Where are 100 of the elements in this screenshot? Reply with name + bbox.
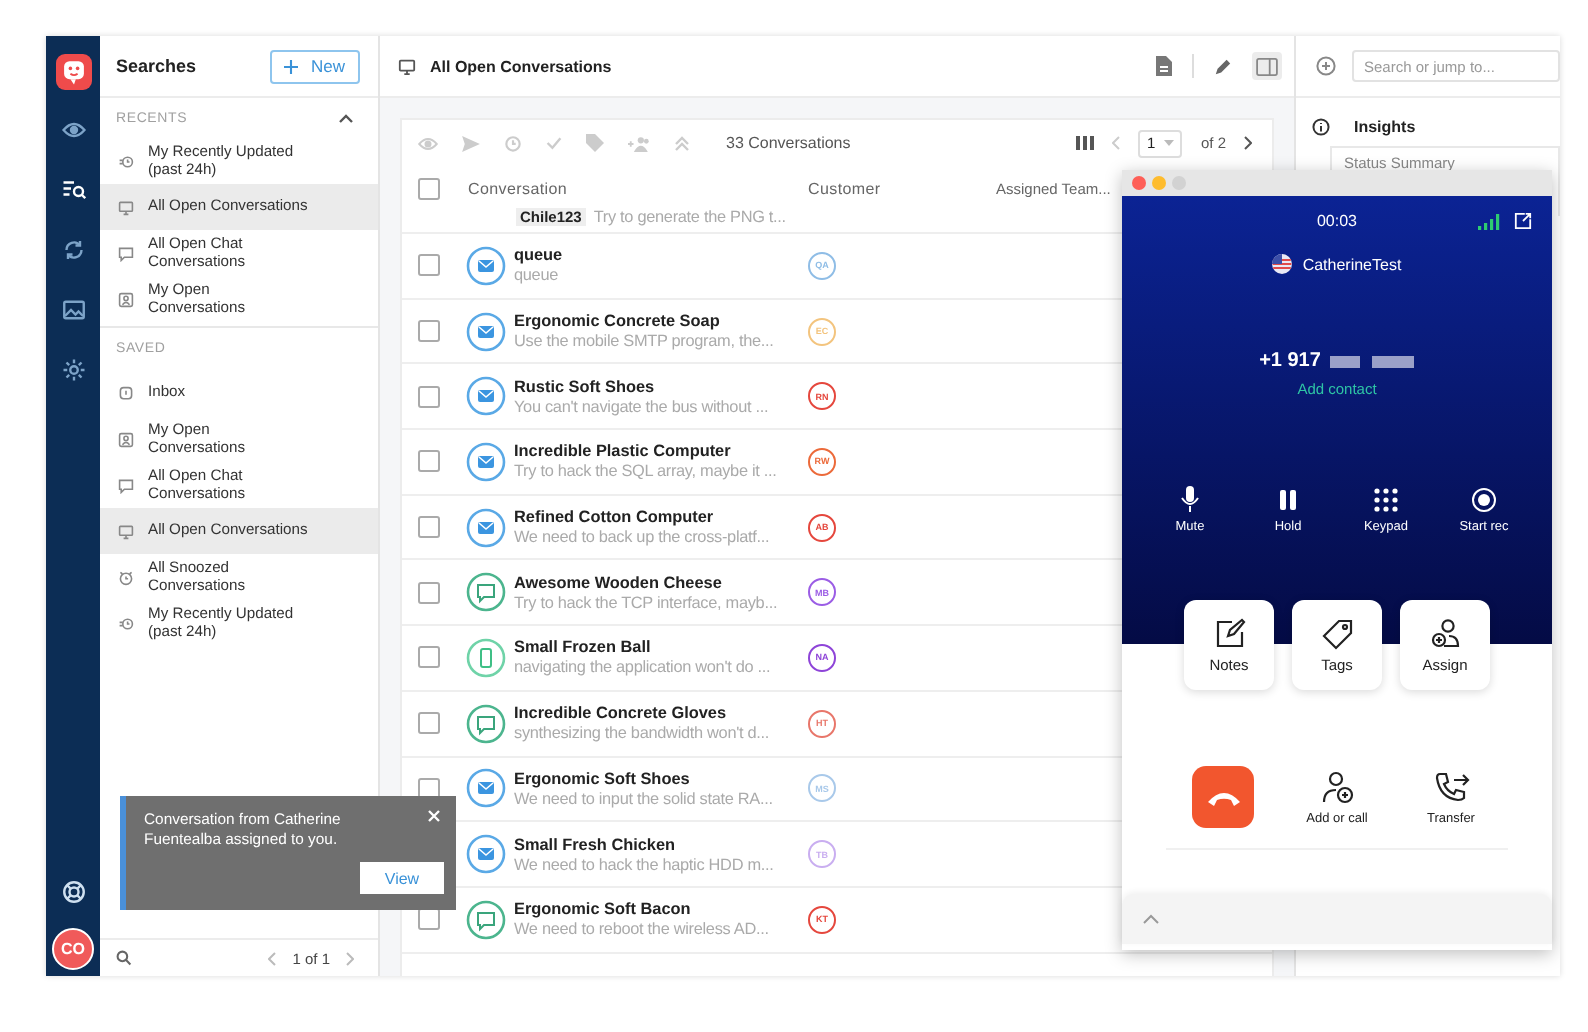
close-icon[interactable] <box>428 810 440 822</box>
email-channel-icon <box>466 245 506 286</box>
check-icon[interactable] <box>546 136 562 150</box>
monitor-icon <box>118 199 134 215</box>
keypad-icon <box>1372 486 1400 514</box>
chat-channel-icon <box>466 703 506 744</box>
previous-page-icon[interactable] <box>268 951 277 965</box>
column-header[interactable]: Conversation <box>468 180 808 198</box>
hang-up-button[interactable] <box>1192 766 1254 828</box>
select-all-checkbox[interactable] <box>418 178 440 200</box>
row-checkbox[interactable] <box>418 777 440 800</box>
row-checkbox[interactable] <box>418 320 440 343</box>
contact-card-icon <box>118 431 134 447</box>
monitor-icon <box>398 57 416 75</box>
tag-icon <box>1321 617 1353 649</box>
alarm-clock-icon <box>118 569 134 585</box>
contact-name: CatherineTest <box>1302 255 1402 273</box>
email-channel-icon <box>466 376 506 417</box>
conversation-title: queue <box>514 246 565 265</box>
call-timer: 00:03 <box>1316 212 1358 230</box>
conversation-title: Awesome Wooden Cheese <box>514 573 724 592</box>
column-header[interactable]: Customer <box>808 180 996 198</box>
message-preview: synthesizing the bandwidth won't d... <box>514 724 772 743</box>
logo-icon <box>55 54 91 90</box>
previous-page-icon[interactable] <box>1112 136 1121 150</box>
row-checkbox[interactable] <box>418 385 440 408</box>
recent-icon <box>118 153 134 169</box>
email-channel-icon <box>466 311 506 352</box>
message-preview: Try to hack the SQL array, maybe it ... <box>514 462 779 481</box>
pencil-icon[interactable] <box>1214 57 1232 75</box>
row-checkbox[interactable] <box>418 581 440 604</box>
contact-card-icon <box>118 291 134 307</box>
row-checkbox[interactable] <box>418 712 440 735</box>
chat-channel-icon <box>466 572 506 613</box>
phone-channel-icon <box>466 637 506 678</box>
next-page-icon[interactable] <box>1244 136 1252 150</box>
note-edit-icon <box>1213 617 1245 649</box>
recent-icon <box>118 615 134 631</box>
add-users-icon[interactable] <box>628 135 650 151</box>
search-icon[interactable] <box>116 950 132 966</box>
chevron-up-icon[interactable] <box>1142 914 1160 924</box>
conversation-title: Incredible Concrete Gloves <box>514 704 729 723</box>
conversation-title: Ergonomic Concrete Soap <box>514 312 722 331</box>
columns-icon[interactable] <box>1076 136 1095 150</box>
message-preview: You can't navigate the bus without ... <box>514 397 771 416</box>
message-preview: Use the mobile SMTP program, the... <box>514 332 776 351</box>
pause-icon <box>1274 486 1302 514</box>
email-channel-icon <box>466 834 506 875</box>
message-preview: We need to back up the cross-platf... <box>514 528 772 547</box>
chat-icon <box>118 245 134 261</box>
plus-icon <box>284 59 299 73</box>
row-checkbox[interactable] <box>418 254 440 277</box>
email-channel-icon <box>466 507 506 548</box>
info-icon <box>1312 117 1330 135</box>
sidebar-title: Searches <box>116 56 197 76</box>
insights-title: Insights <box>1354 117 1416 135</box>
microphone-icon <box>1176 486 1204 514</box>
message-preview: We need to input the solid state RA... <box>514 789 775 808</box>
view-title: All Open Conversations <box>430 57 612 75</box>
conversation-title: Ergonomic Soft Bacon <box>514 900 693 919</box>
chat-icon <box>118 477 134 493</box>
row-checkbox[interactable] <box>418 908 440 931</box>
email-channel-icon <box>466 768 506 809</box>
phone-transfer-icon <box>1433 769 1469 805</box>
flag-icon <box>1272 254 1293 274</box>
chat-channel-icon <box>466 899 506 940</box>
monitor-icon <box>118 523 134 539</box>
signal-icon <box>1478 213 1500 229</box>
dropdown-caret-icon <box>1164 140 1175 146</box>
send-icon[interactable] <box>462 135 480 151</box>
chevrons-up-icon[interactable] <box>674 135 690 151</box>
message-preview: We need to hack the haptic HDD m... <box>514 855 776 874</box>
conversation-count: 33 Conversations <box>726 134 851 152</box>
minimize-window-icon[interactable] <box>1152 176 1166 190</box>
clock-icon[interactable] <box>504 134 522 152</box>
document-icon[interactable] <box>1156 56 1172 76</box>
close-window-icon[interactable] <box>1132 176 1146 190</box>
redacted-mark <box>1330 355 1415 367</box>
assign-user-icon <box>1429 617 1461 649</box>
inbox-icon <box>118 385 134 401</box>
conversation-title: Small Frozen Ball <box>514 638 653 657</box>
record-icon <box>1470 486 1498 514</box>
conversation-title: Ergonomic Soft Shoes <box>514 769 692 788</box>
message-preview: navigating the application won't do ... <box>514 658 773 677</box>
pop-out-icon[interactable] <box>1514 212 1532 230</box>
message-preview: queue <box>514 266 561 285</box>
message-preview: We need to reboot the wireless AD... <box>514 920 771 939</box>
panel-toggle-icon[interactable] <box>1252 52 1282 80</box>
caret-icon[interactable] <box>338 113 354 123</box>
help-icon[interactable] <box>61 880 85 904</box>
hang-up-icon <box>1207 789 1239 805</box>
add-icon[interactable] <box>1316 56 1336 76</box>
row-checkbox[interactable] <box>418 516 440 539</box>
conversation-title: Refined Cotton Computer <box>514 508 716 527</box>
message-preview: Try to hack the TCP interface, mayb... <box>514 593 780 612</box>
conversation-title: Small Fresh Chicken <box>514 835 678 854</box>
tag-icon[interactable] <box>586 134 604 152</box>
message-preview: Try to generate the PNG t... <box>593 208 786 226</box>
row-checkbox[interactable] <box>418 450 440 473</box>
row-checkbox[interactable] <box>418 646 440 669</box>
